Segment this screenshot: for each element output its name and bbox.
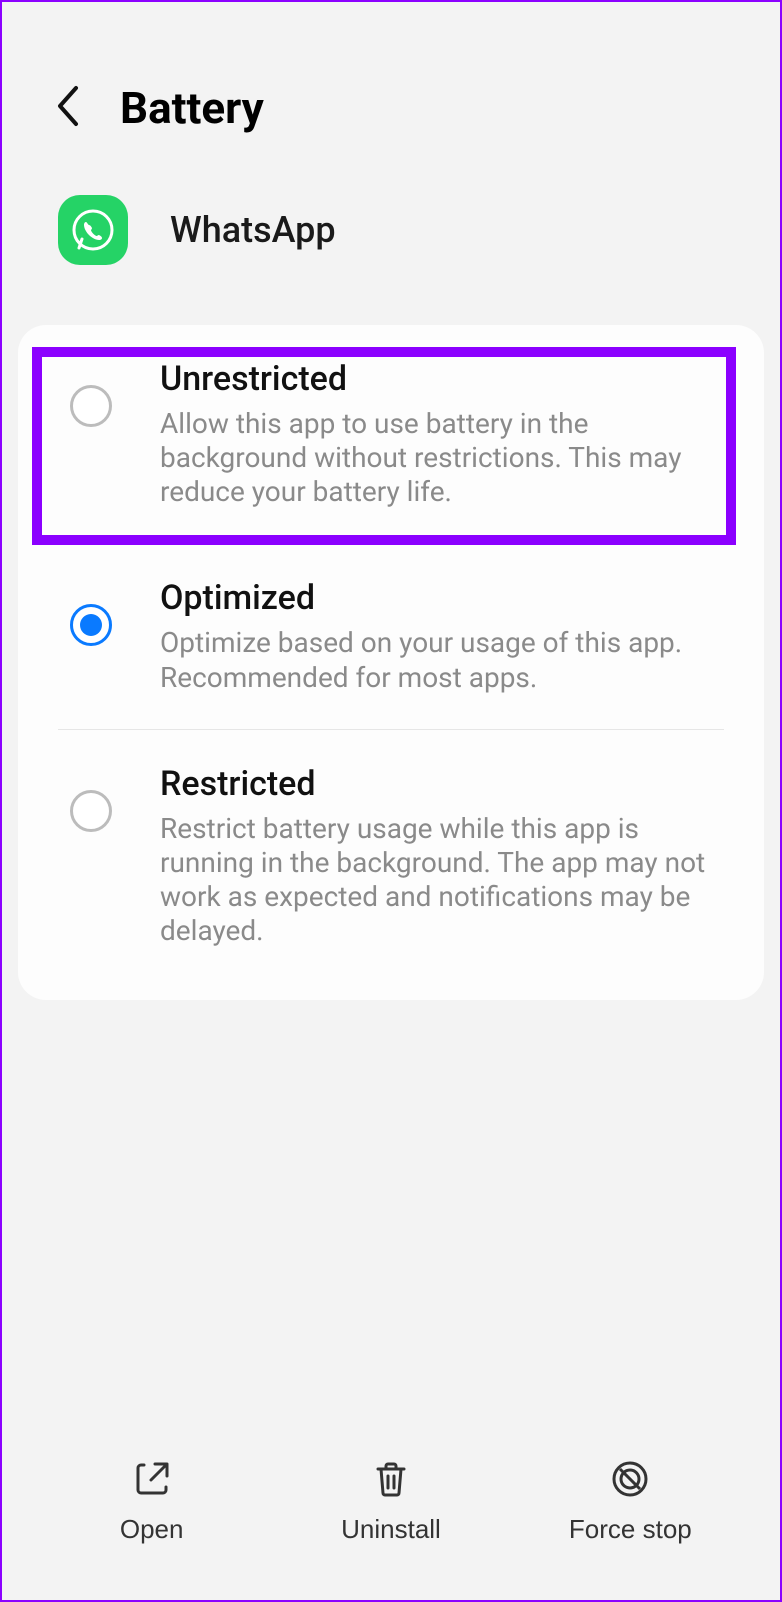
option-description: Allow this app to use battery in the bac… <box>160 407 726 509</box>
option-description: Restrict battery usage while this app is… <box>160 812 726 949</box>
chevron-left-icon <box>54 84 82 128</box>
stop-icon <box>609 1458 651 1500</box>
option-restricted[interactable]: Restricted Restrict battery usage while … <box>18 730 764 983</box>
whatsapp-app-icon <box>58 195 128 265</box>
page-title: Battery <box>120 82 264 134</box>
header-bar: Battery <box>2 2 780 165</box>
bottom-action-bar: Open Uninstall Force stop <box>2 1430 780 1600</box>
option-title: Restricted <box>160 764 726 804</box>
app-name-label: WhatsApp <box>170 209 336 251</box>
option-text: Optimized Optimize based on your usage o… <box>160 578 726 694</box>
option-text: Unrestricted Allow this app to use batte… <box>160 359 726 509</box>
option-optimized[interactable]: Optimized Optimize based on your usage o… <box>18 544 764 728</box>
option-title: Optimized <box>160 578 726 618</box>
uninstall-button[interactable]: Uninstall <box>271 1458 510 1545</box>
uninstall-label: Uninstall <box>341 1514 441 1545</box>
app-info-row: WhatsApp <box>2 165 780 325</box>
radio-unrestricted[interactable] <box>70 385 112 427</box>
open-icon <box>131 1458 173 1500</box>
open-button[interactable]: Open <box>32 1458 271 1545</box>
trash-icon <box>370 1458 412 1500</box>
force-stop-label: Force stop <box>569 1514 692 1545</box>
option-description: Optimize based on your usage of this app… <box>160 626 726 694</box>
whatsapp-logo-icon <box>71 208 115 252</box>
option-title: Unrestricted <box>160 359 726 399</box>
option-text: Restricted Restrict battery usage while … <box>160 764 726 949</box>
option-unrestricted[interactable]: Unrestricted Allow this app to use batte… <box>18 325 764 543</box>
battery-options-card: Unrestricted Allow this app to use batte… <box>18 325 764 1000</box>
force-stop-button[interactable]: Force stop <box>511 1458 750 1545</box>
radio-restricted[interactable] <box>70 790 112 832</box>
radio-optimized[interactable] <box>70 604 112 646</box>
back-button[interactable] <box>50 80 86 135</box>
open-label: Open <box>120 1514 184 1545</box>
